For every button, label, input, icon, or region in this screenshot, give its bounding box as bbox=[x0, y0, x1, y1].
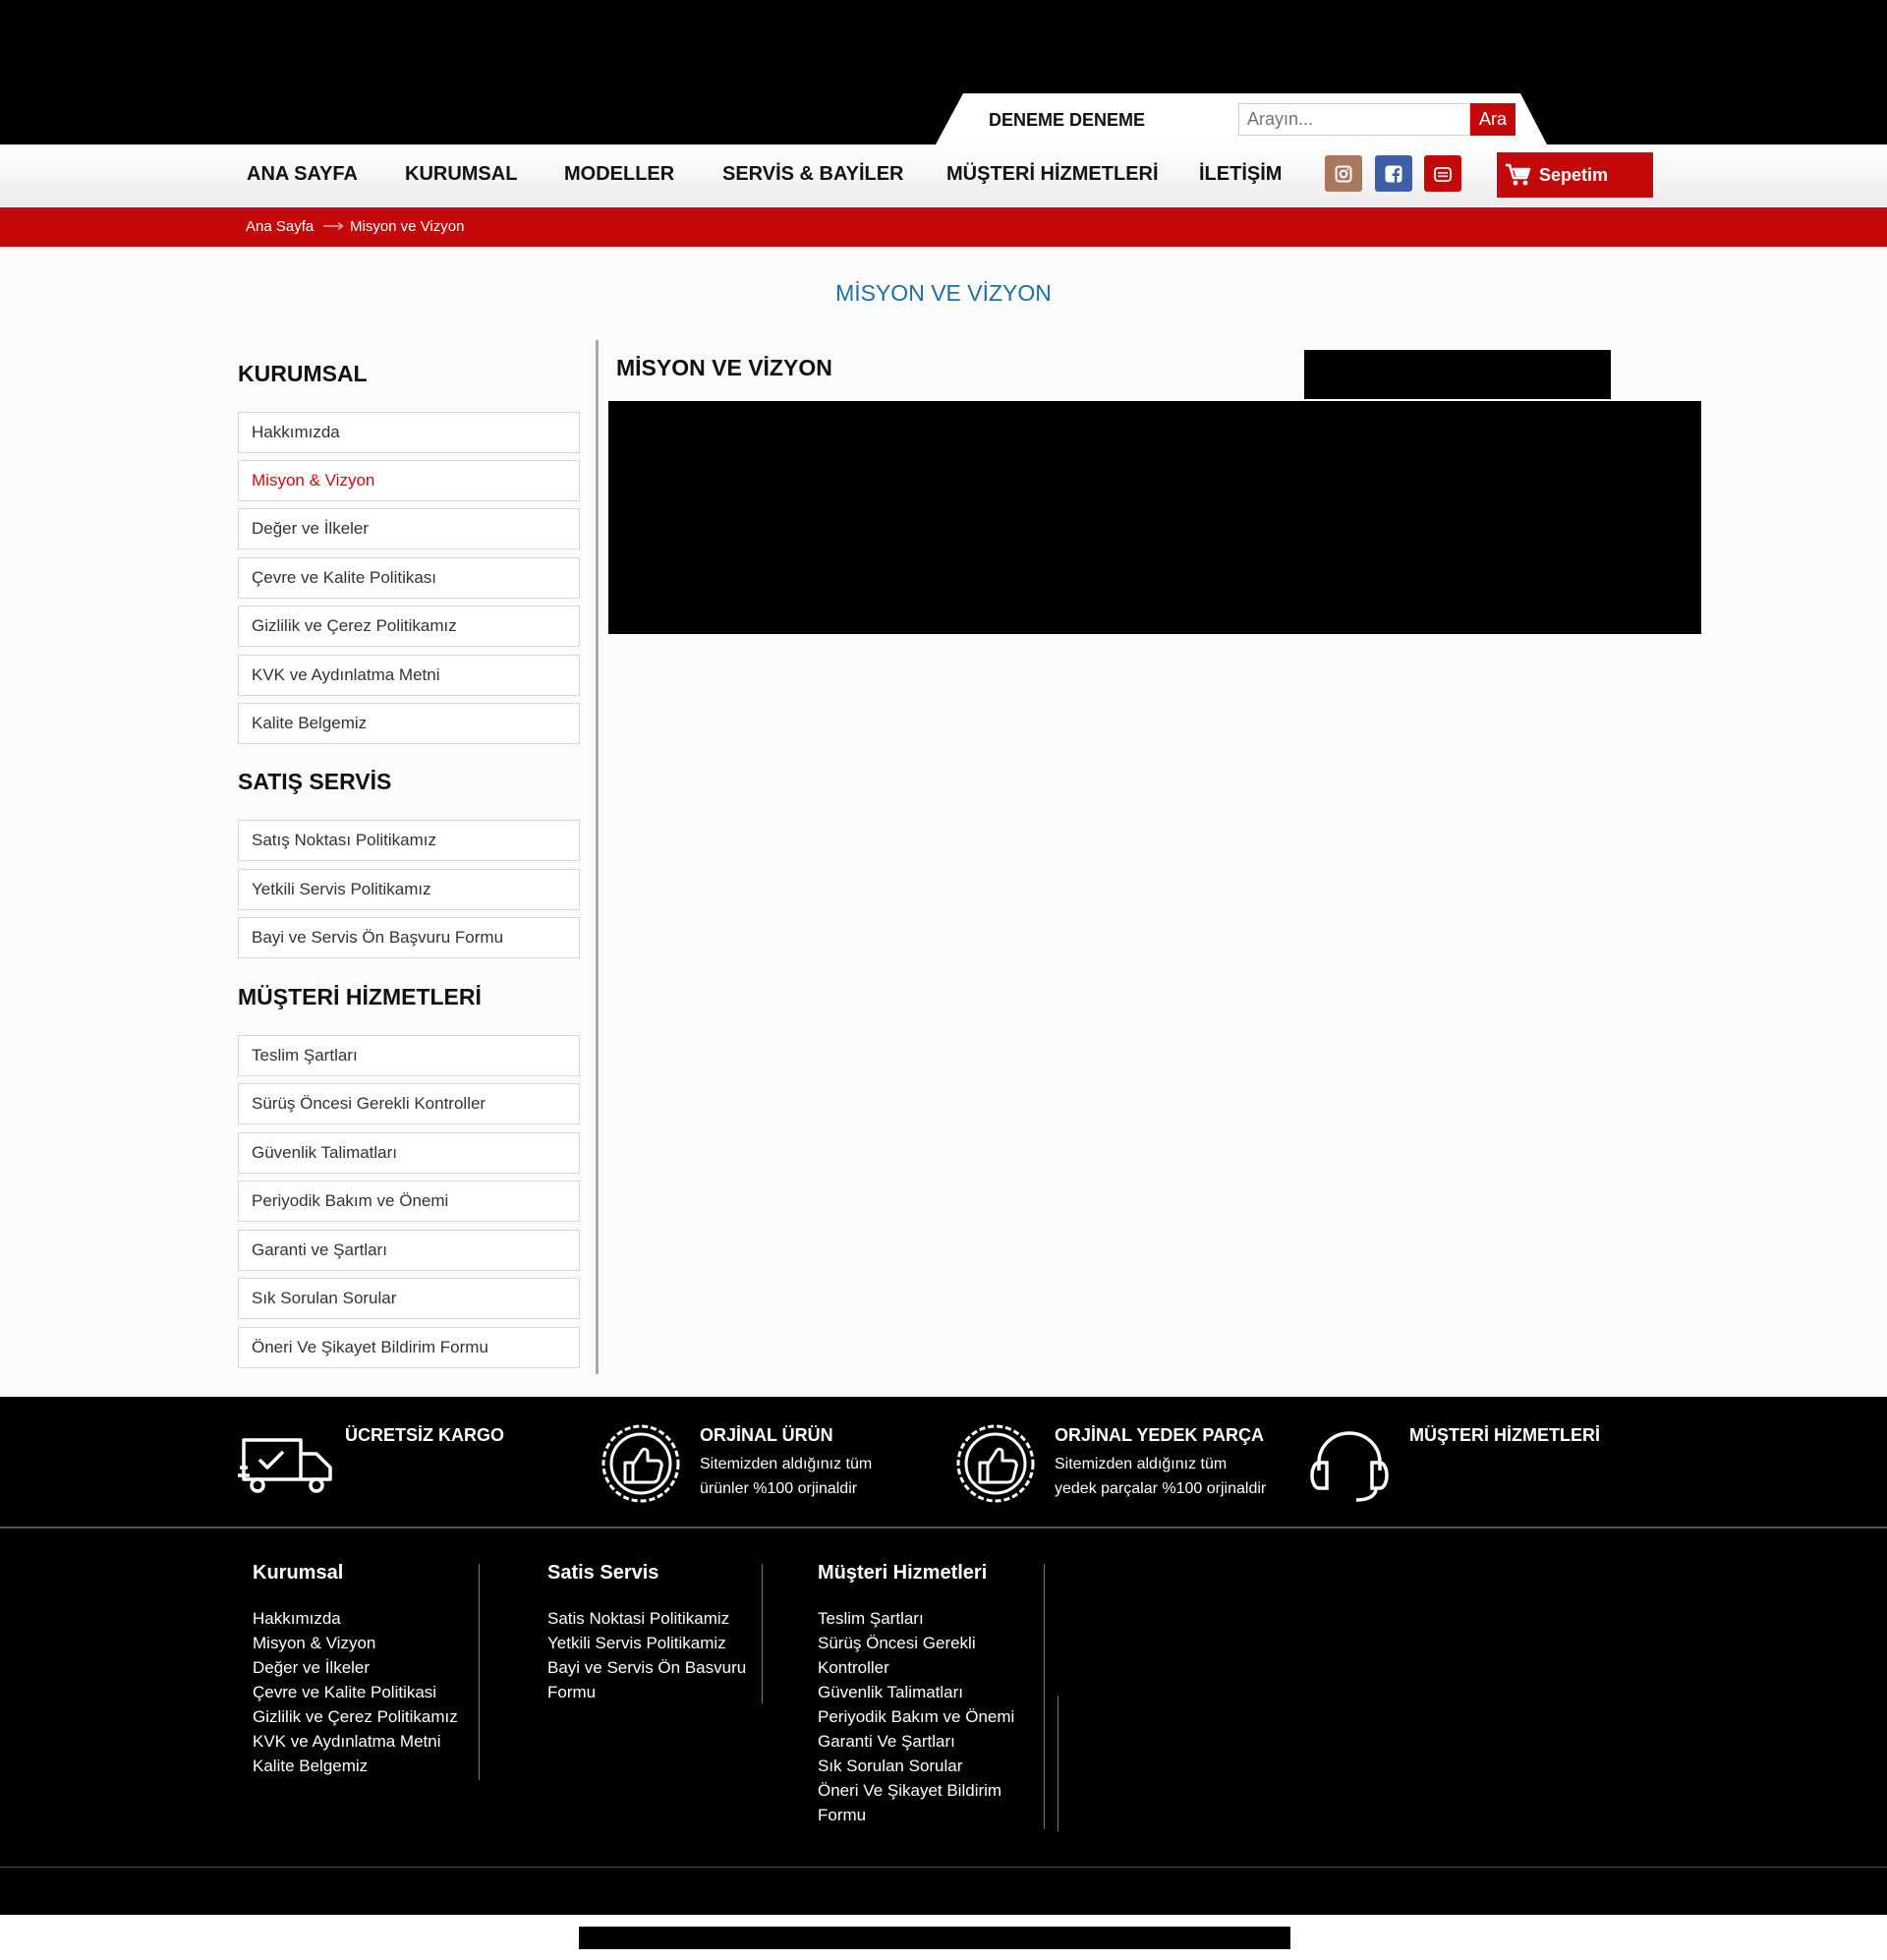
headset-icon bbox=[1310, 1431, 1389, 1502]
cart-button[interactable]: Sepetim bbox=[1497, 152, 1653, 198]
youtube-button[interactable] bbox=[1424, 155, 1461, 192]
instagram-button[interactable] bbox=[1325, 155, 1362, 192]
page-title: MİSYON VE VİZYON bbox=[835, 280, 1052, 306]
footer-link[interactable]: Formu bbox=[818, 1806, 866, 1825]
nav-item-customer-services[interactable]: MÜŞTERİ HİZMETLERİ bbox=[946, 163, 1159, 186]
header-bar bbox=[0, 0, 1887, 144]
footer-link[interactable]: Teslim Şartları bbox=[818, 1609, 924, 1629]
sidebar-item-periodic-maintenance[interactable]: Periyodik Bakım ve Önemi bbox=[238, 1181, 580, 1222]
feature-description: Sitemizden aldığınız tüm bbox=[700, 1456, 873, 1472]
facebook-icon bbox=[1385, 165, 1402, 183]
feature-title: ORJİNAL ÜRÜN bbox=[700, 1425, 833, 1445]
footer-link[interactable]: Sık Sorulan Sorular bbox=[818, 1757, 962, 1776]
footer-link[interactable]: Çevre ve Kalite Politikasi bbox=[253, 1683, 436, 1702]
sidebar-item-delivery-terms[interactable]: Teslim Şartları bbox=[238, 1035, 580, 1076]
footer-column-title: Kurumsal bbox=[253, 1562, 344, 1584]
footer-link[interactable]: Garanti Ve Şartları bbox=[818, 1732, 955, 1752]
user-greeting[interactable]: DENEME DENEME bbox=[989, 110, 1145, 131]
sidebar-item-warranty[interactable]: Garanti ve Şartları bbox=[238, 1230, 580, 1271]
sidebar-item-quality-certificate[interactable]: Kalite Belgemiz bbox=[238, 703, 580, 744]
nav-item-contact[interactable]: İLETİŞİM bbox=[1199, 163, 1282, 186]
footer-link[interactable]: Değer ve İlkeler bbox=[253, 1658, 370, 1678]
footer-link[interactable]: Hakkımızda bbox=[253, 1609, 341, 1629]
sidebar-item-pre-ride-checks[interactable]: Sürüş Öncesi Gerekli Kontroller bbox=[238, 1083, 580, 1124]
footer-divider bbox=[479, 1564, 480, 1780]
feature-description: ürünler %100 orjinaldir bbox=[700, 1480, 858, 1497]
feature-description: yedek parçalar %100 orjinaldir bbox=[1055, 1480, 1267, 1497]
sidebar-item-environment-quality[interactable]: Çevre ve Kalite Politikası bbox=[238, 557, 580, 599]
sidebar-item-values[interactable]: Değer ve İlkeler bbox=[238, 508, 580, 549]
facebook-button[interactable] bbox=[1375, 155, 1412, 192]
youtube-icon bbox=[1434, 166, 1452, 182]
footer-link[interactable]: Öneri Ve Şikayet Bildirim bbox=[818, 1781, 1001, 1801]
footer-link[interactable]: Bayi ve Servis Ön Basvuru bbox=[547, 1658, 746, 1678]
thumbs-up-badge-icon bbox=[601, 1424, 680, 1503]
instagram-icon bbox=[1335, 165, 1352, 182]
sidebar-section-title: MÜŞTERİ HİZMETLERİ bbox=[238, 984, 482, 1009]
footer-divider bbox=[1044, 1564, 1045, 1829]
redacted-content bbox=[608, 401, 1701, 634]
search-input[interactable] bbox=[1238, 103, 1470, 136]
truck-icon bbox=[238, 1438, 332, 1493]
thumbs-up-badge-icon bbox=[956, 1424, 1035, 1503]
sidebar-item-feedback-form[interactable]: Öneri Ve Şikayet Bildirim Formu bbox=[238, 1327, 580, 1368]
sidebar-section-title: SATIŞ SERVİS bbox=[238, 769, 392, 794]
redacted-block bbox=[1304, 350, 1611, 399]
arrow-right-icon bbox=[323, 221, 344, 231]
footer-link[interactable]: Kalite Belgemiz bbox=[253, 1757, 368, 1776]
footer-link[interactable]: Yetkili Servis Politikamiz bbox=[547, 1634, 726, 1653]
breadcrumb-home-link[interactable]: Ana Sayfa bbox=[246, 218, 314, 235]
footer-divider bbox=[0, 1867, 1887, 1868]
search-button[interactable]: Ara bbox=[1470, 103, 1515, 136]
feature-description: Sitemizden aldığınız tüm bbox=[1055, 1456, 1228, 1472]
nav-item-models[interactable]: MODELLER bbox=[564, 163, 674, 186]
sidebar-item-privacy-cookie[interactable]: Gizlilik ve Çerez Politikamız bbox=[238, 605, 580, 647]
sidebar-item-sales-point-policy[interactable]: Satış Noktası Politikamız bbox=[238, 820, 580, 861]
footer-link[interactable]: Satis Noktasi Politikamiz bbox=[547, 1609, 729, 1629]
footer-column-title: Satis Servis bbox=[547, 1562, 659, 1584]
nav-item-corporate[interactable]: KURUMSAL bbox=[405, 163, 517, 186]
redacted-copyright bbox=[579, 1927, 1290, 1949]
content-divider bbox=[596, 340, 599, 1374]
footer-link[interactable]: Kontroller bbox=[818, 1658, 889, 1678]
breadcrumb-current: Misyon ve Vizyon bbox=[350, 218, 465, 235]
feature-title: MÜŞTERİ HİZMETLERİ bbox=[1409, 1425, 1600, 1445]
sidebar-item-mission-vision[interactable]: Misyon & Vizyon bbox=[238, 460, 580, 501]
footer-divider bbox=[762, 1564, 763, 1703]
footer-link[interactable]: Gizlilik ve Çerez Politikamız bbox=[253, 1707, 458, 1727]
cart-label: Sepetim bbox=[1539, 165, 1609, 185]
sidebar-item-about[interactable]: Hakkımızda bbox=[238, 412, 580, 453]
feature-title: ORJİNAL YEDEK PARÇA bbox=[1055, 1425, 1265, 1445]
sidebar-item-dealer-application[interactable]: Bayi ve Servis Ön Başvuru Formu bbox=[238, 917, 580, 958]
sidebar-item-authorized-service-policy[interactable]: Yetkili Servis Politikamız bbox=[238, 869, 580, 910]
footer-column-title: Müşteri Hizmetleri bbox=[818, 1562, 988, 1584]
footer-link[interactable]: Formu bbox=[547, 1683, 596, 1702]
footer-link[interactable]: Periyodik Bakım ve Önemi bbox=[818, 1707, 1014, 1727]
footer-link[interactable]: Güvenlik Talimatları bbox=[818, 1683, 963, 1702]
sidebar-item-faq[interactable]: Sık Sorulan Sorular bbox=[238, 1278, 580, 1319]
content-title: MİSYON VE VİZYON bbox=[616, 355, 832, 380]
footer-link[interactable]: KVK ve Aydınlatma Metni bbox=[253, 1732, 441, 1752]
nav-item-service-dealers[interactable]: SERVİS & BAYİLER bbox=[722, 163, 904, 186]
footer-link[interactable]: Misyon & Vizyon bbox=[253, 1634, 375, 1653]
cart-icon bbox=[1506, 163, 1531, 186]
nav-item-home[interactable]: ANA SAYFA bbox=[247, 163, 358, 186]
feature-title: ÜCRETSİZ KARGO bbox=[345, 1425, 504, 1445]
sidebar-section-title: KURUMSAL bbox=[238, 361, 368, 386]
sidebar-item-safety-instructions[interactable]: Güvenlik Talimatları bbox=[238, 1132, 580, 1174]
footer-link[interactable]: Sürüş Öncesi Gerekli bbox=[818, 1634, 976, 1653]
sidebar-item-kvk[interactable]: KVK ve Aydınlatma Metni bbox=[238, 655, 580, 696]
